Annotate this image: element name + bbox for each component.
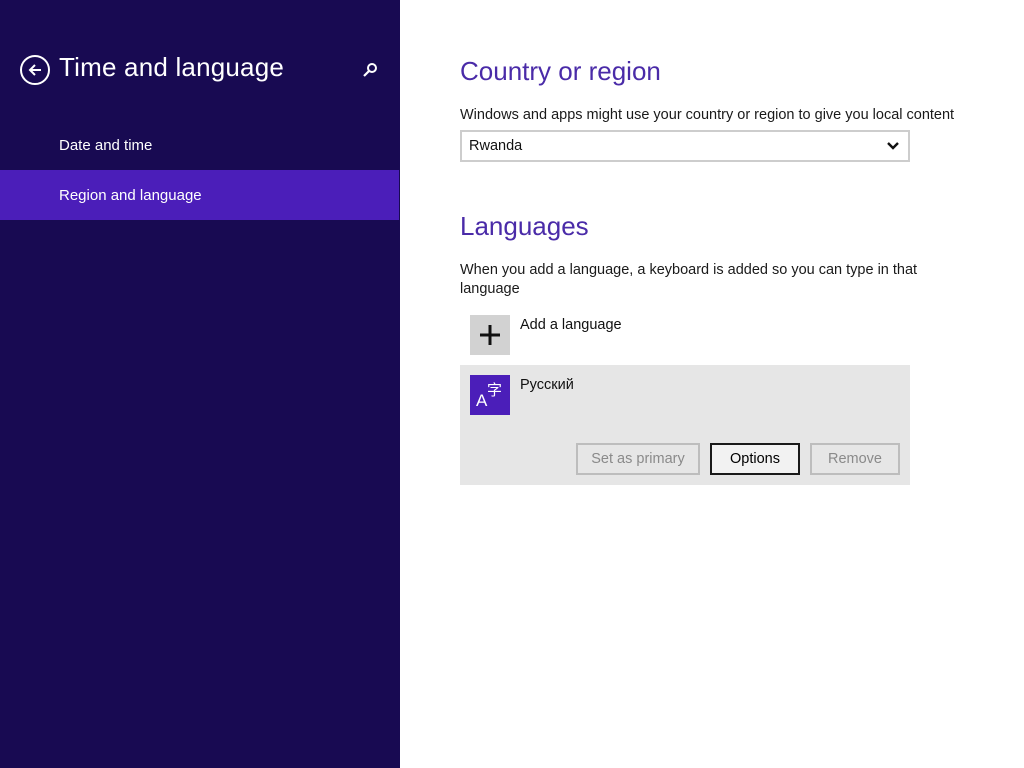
country-select[interactable]: Rwanda <box>460 130 910 162</box>
search-button[interactable] <box>360 60 380 80</box>
country-description: Windows and apps might use your country … <box>460 107 955 123</box>
language-icon: A 字 <box>470 375 510 415</box>
plus-icon <box>470 315 510 355</box>
language-list-item[interactable]: A 字 Русский Set as primary Options Remov… <box>460 365 910 485</box>
sidebar-item-date-and-time[interactable]: Date and time <box>0 120 399 170</box>
back-arrow-icon <box>28 64 41 76</box>
back-button[interactable] <box>20 55 50 85</box>
language-icon-glyph-a: A <box>476 391 488 410</box>
language-icon-glyph-z: 字 <box>487 381 503 399</box>
add-language-label: Add a language <box>520 317 622 333</box>
language-name: Русский <box>520 377 574 393</box>
set-as-primary-button[interactable]: Set as primary <box>576 443 700 475</box>
languages-heading: Languages <box>460 211 589 241</box>
page-title: Time and language <box>59 52 285 82</box>
search-icon <box>363 63 377 77</box>
add-language-button[interactable]: Add a language <box>460 310 910 360</box>
sidebar-item-label: Date and time <box>59 136 153 154</box>
country-select-value: Rwanda <box>469 138 523 154</box>
options-button[interactable]: Options <box>710 443 800 475</box>
sidebar: Time and language Date and time Region a… <box>0 0 400 768</box>
sidebar-item-label: Region and language <box>59 186 202 204</box>
remove-button[interactable]: Remove <box>810 443 900 475</box>
chevron-down-icon <box>887 142 899 150</box>
sidebar-item-region-and-language[interactable]: Region and language <box>0 170 399 220</box>
country-heading: Country or region <box>460 56 661 86</box>
languages-description: When you add a language, a keyboard is a… <box>460 262 918 297</box>
